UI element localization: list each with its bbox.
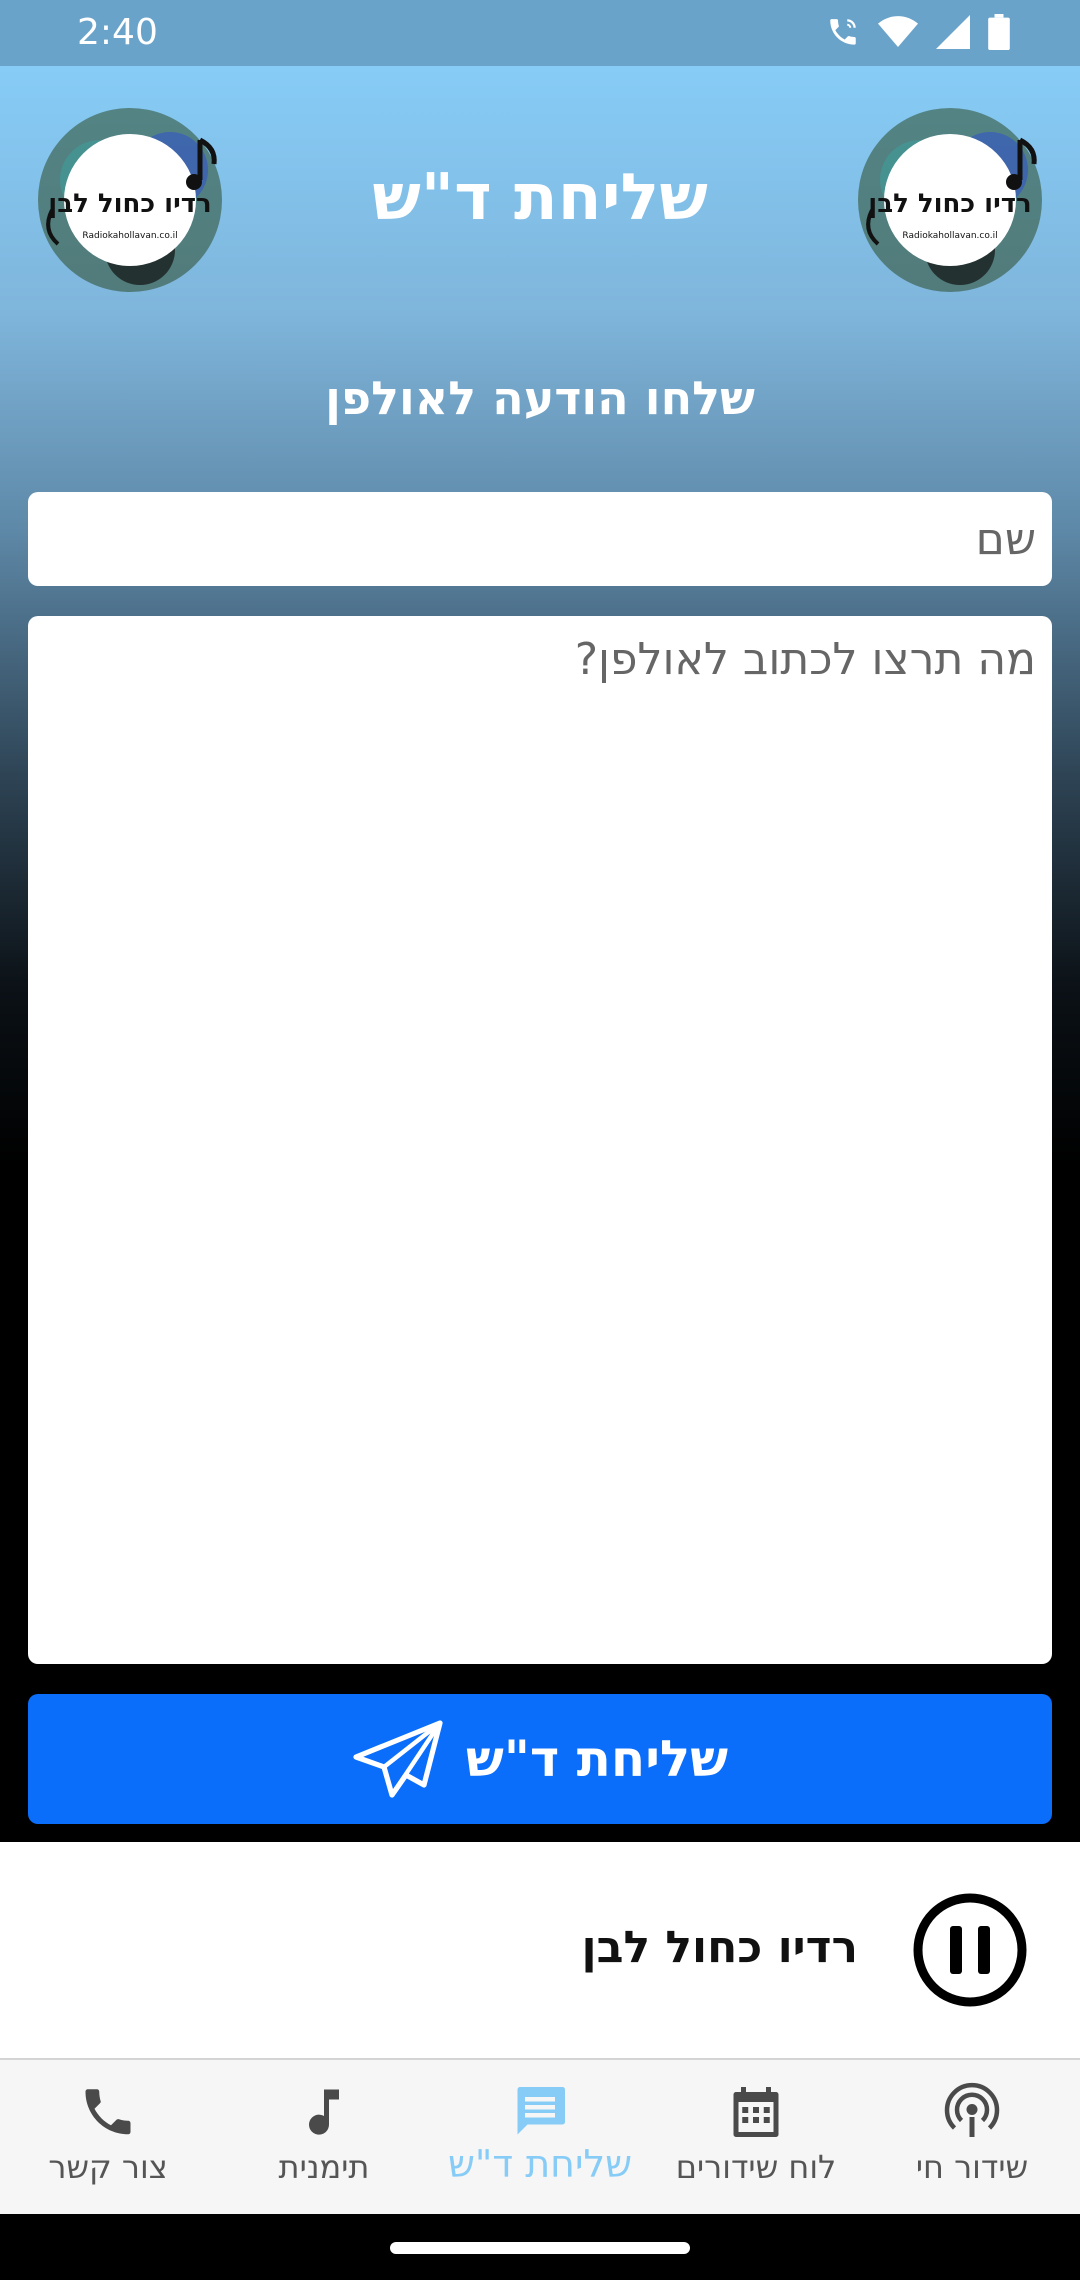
main-content: רדיו כחול לבן Radiokahollavan.co.il שליח… [0, 66, 1080, 1841]
status-bar: 2:40 [0, 0, 1080, 66]
message-icon [517, 2087, 565, 2135]
wifi-calling-icon [830, 19, 856, 45]
send-button-label: שליחת ד"ש [465, 1730, 729, 1788]
tab-live-broadcast[interactable]: שידור חי [864, 2060, 1080, 2214]
tab-label: תימנית [278, 2148, 370, 2186]
svg-text:Radiokahollavan.co.il: Radiokahollavan.co.il [902, 231, 997, 241]
station-name: רדיו כחול לבן [581, 1922, 858, 1973]
tab-label: לוח שידורים [675, 2148, 837, 2186]
calendar-icon [733, 2087, 779, 2137]
status-icons [826, 14, 1010, 50]
svg-text:רדיו כחול לבן: רדיו כחול לבן [868, 189, 1031, 219]
station-logo: רדיו כחול לבן Radiokahollavan.co.il [858, 108, 1042, 292]
form-heading: שלחו הודעה לאולפן [325, 371, 755, 425]
paper-plane-icon [353, 1720, 443, 1798]
tab-send-greeting[interactable]: שליחת ד"ש [432, 2060, 648, 2214]
music-note-icon [309, 2089, 339, 2135]
now-playing-bar: רדיו כחול לבן [0, 1842, 1080, 2060]
status-time: 2:40 [77, 12, 158, 53]
name-input[interactable] [28, 492, 1052, 586]
battery-icon [988, 14, 1010, 50]
tab-label: צור קשר [48, 2148, 168, 2186]
send-greeting-button[interactable]: שליחת ד"ש [28, 1694, 1052, 1824]
home-gesture-handle[interactable] [390, 2242, 690, 2254]
message-textarea[interactable] [28, 616, 1052, 1664]
gesture-bar [0, 2214, 1080, 2280]
pause-icon[interactable] [912, 1892, 1028, 2008]
tab-label: שליחת ד"ש [447, 2142, 633, 2186]
tab-yemenite[interactable]: תימנית [216, 2060, 432, 2214]
tab-schedule[interactable]: לוח שידורים [648, 2060, 864, 2214]
signal-icon [936, 15, 970, 49]
tab-label: שידור חי [915, 2148, 1029, 2186]
podcast-icon [944, 2082, 1000, 2137]
bottom-nav: שידור חי לוח שידורים שליחת ד"ש תימנית צו… [0, 2060, 1080, 2214]
tab-contact[interactable]: צור קשר [0, 2060, 216, 2214]
phone-icon [85, 2089, 131, 2135]
wifi-icon [878, 16, 918, 47]
